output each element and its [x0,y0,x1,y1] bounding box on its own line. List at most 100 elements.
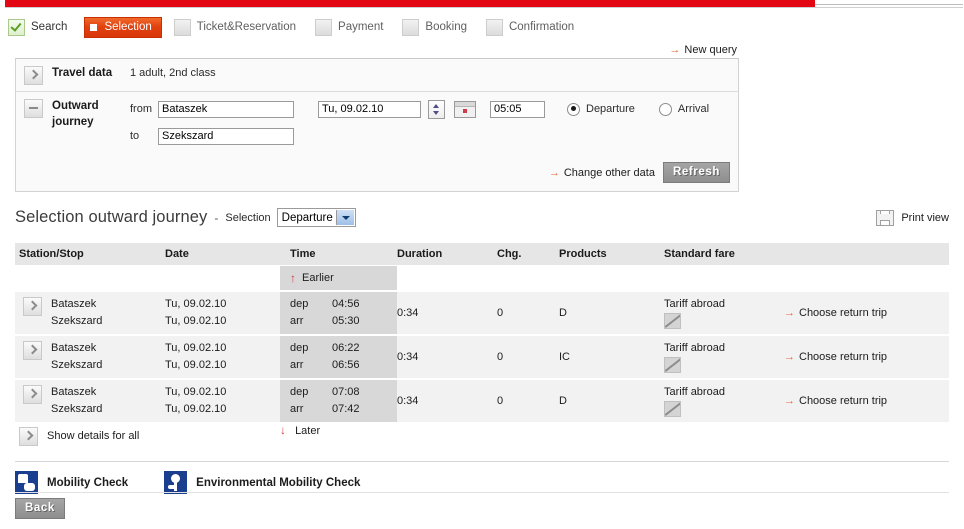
train-car-icon [15,471,38,494]
to-line: to [130,125,738,147]
row-changes-cell: 0 [497,380,559,422]
brand-red-bar [5,0,815,7]
row-dep-label: dep [290,298,309,310]
journey-results-table: Station/Stop Date Time Duration Chg. Pro… [15,243,949,448]
row-fare-text: Tariff abroad [664,342,725,354]
show-details-for-all-button[interactable]: Show details for all [15,424,280,448]
step-ticket-reservation[interactable]: Ticket&Reservation [172,18,303,37]
printer-icon [876,209,895,226]
radio-arrival[interactable]: Arrival [658,102,709,116]
refresh-button[interactable]: Refresh [662,162,730,183]
chevron-down-icon [335,210,354,225]
row-dep-time: 04:56 [332,298,360,310]
step-booking[interactable]: Booking [400,18,474,37]
search-panel-footer: → Change other data Refresh [16,156,738,191]
step-booking-label: Booking [425,21,467,33]
choose-return-trip-link[interactable]: → Choose return trip [784,307,949,319]
choose-return-trip-label: Choose return trip [799,307,888,319]
print-view-link[interactable]: Print view [876,209,949,226]
choose-return-trip-link[interactable]: → Choose return trip [784,351,949,363]
travel-data-value: 1 adult, 2nd class [130,67,216,79]
title-dash: - [214,210,219,225]
fare-unavailable-icon[interactable] [664,401,681,417]
change-other-data-link[interactable]: → Change other data [549,167,655,179]
table-row[interactable]: Bataszek Szekszard Tu, 09.02.10 Tu, 09.0… [15,334,949,378]
row-changes: 0 [497,395,504,407]
choose-return-trip-label: Choose return trip [799,395,888,407]
check-icon [8,18,25,36]
column-header-date: Date [165,248,189,260]
row-products-cell: IC [559,336,664,378]
empty-box-icon [402,18,420,36]
direction-radio-group: Departure Arrival [567,102,733,116]
row-products-cell: D [559,292,664,334]
to-label: to [130,130,140,142]
expand-chevron-icon[interactable] [24,66,43,85]
environmental-mobility-check-link[interactable]: Environmental Mobility Check [164,471,360,494]
step-confirmation-label: Confirmation [508,21,575,33]
choose-return-trip-link[interactable]: → Choose return trip [784,395,949,407]
arrow-right-icon: → [548,166,560,179]
footer-divider [15,492,949,493]
from-line: from Departure Arrival [130,98,738,120]
table-row[interactable]: Bataszek Szekszard Tu, 09.02.10 Tu, 09.0… [15,290,949,334]
step-confirmation[interactable]: Confirmation [484,18,581,37]
row-products: D [559,395,567,407]
row-duration: 0:34 [397,307,419,319]
earlier-button[interactable]: ↑ Earlier [280,266,397,290]
back-button[interactable]: Back [15,498,65,519]
row-time-cell: dep 04:56 arr 05:30 [280,292,397,334]
new-query-label: New query [684,44,737,56]
step-payment[interactable]: Payment [313,18,390,37]
travel-data-row: Travel data 1 adult, 2nd class [16,59,738,92]
radio-departure[interactable]: Departure [567,102,635,116]
calendar-icon[interactable] [454,100,476,118]
arrow-right-icon: → [784,395,795,407]
from-station-input[interactable] [158,100,294,118]
show-details-and-later-row: Show details for all ↓ Later [15,422,949,448]
empty-box-icon [173,18,191,36]
row-duration: 0:34 [397,351,419,363]
column-header-products: Products [559,248,607,260]
print-view-label: Print view [901,211,949,224]
calendar-header [455,101,475,107]
mobility-check-link[interactable]: Mobility Check [15,471,128,494]
row-fare-cell: Tariff abroad [664,292,784,334]
step-search[interactable]: Search [6,18,74,37]
row-station-cell: Bataszek Szekszard [15,380,165,422]
row-from-station: Bataszek [51,342,97,354]
table-row[interactable]: Bataszek Szekszard Tu, 09.02.10 Tu, 09.0… [15,378,949,422]
fare-unavailable-icon[interactable] [664,357,681,373]
expand-chevron-icon[interactable] [23,297,42,316]
date-input[interactable] [318,100,421,118]
progress-steps: Search Selection Ticket&Reservation Paym… [6,12,816,42]
square-bullet-icon [90,23,98,31]
selection-dropdown[interactable]: Departure [276,208,356,227]
step-selection[interactable]: Selection [84,16,162,38]
new-query-link[interactable]: → New query [669,44,737,56]
column-header-station: Station/Stop [19,248,84,260]
collapse-icon[interactable] [24,99,43,118]
fare-unavailable-icon[interactable] [664,313,681,329]
row-action-cell: → Choose return trip [784,380,949,422]
arrow-up-icon: ↑ [290,271,296,285]
row-fare-text: Tariff abroad [664,298,725,310]
expand-chevron-icon[interactable] [23,341,42,360]
outward-journey-row: Outward journey from Departure [16,92,738,156]
time-input[interactable] [490,100,545,118]
top-brand-bar [0,0,964,8]
flower-leaf-glyph [168,485,176,489]
row-arr-time: 06:56 [332,359,360,371]
expand-chevron-icon[interactable] [23,385,42,404]
to-station-input[interactable] [158,127,294,145]
expand-chevron-icon [19,427,38,446]
travel-data-title: Travel data [52,67,113,79]
row-changes-cell: 0 [497,292,559,334]
earlier-spacer-right [397,266,949,290]
date-spinner-icon[interactable] [428,99,445,119]
arrow-right-icon: → [784,307,795,319]
row-to-station: Szekszard [51,403,103,415]
row-time-cell: dep 07:08 arr 07:42 [280,380,397,422]
later-button[interactable]: ↓ Later [280,424,320,448]
arrow-right-icon: → [784,351,795,363]
